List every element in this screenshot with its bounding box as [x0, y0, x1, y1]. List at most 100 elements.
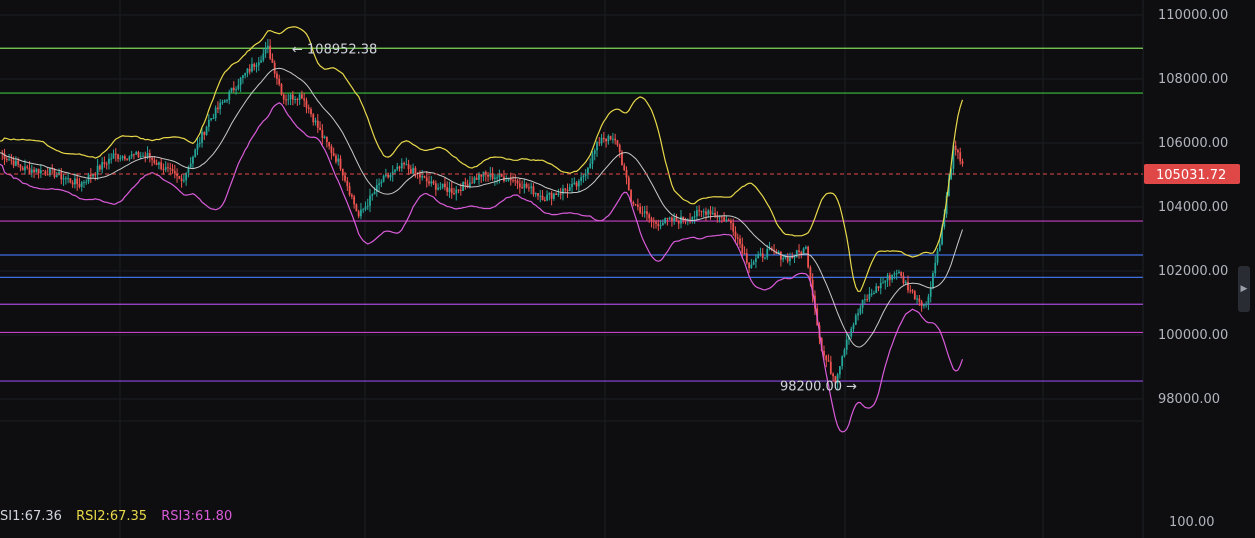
candle-body-132 [298, 94, 301, 100]
candle-body-311 [705, 211, 707, 215]
candle-body-198 [448, 188, 451, 192]
candle-body-67 [151, 157, 153, 160]
candle-body-59 [133, 154, 135, 156]
chart-canvas[interactable]: 110000.00 108000.00 106000.00 104000.00 1020… [0, 0, 1255, 538]
candle-body-73 [164, 167, 167, 170]
candle-body-68 [153, 159, 156, 163]
candle-body-131 [296, 98, 299, 100]
candle-body-65 [146, 152, 149, 157]
candle-body-187 [423, 176, 426, 178]
candle-body-308 [698, 210, 701, 212]
candle-body-351 [795, 250, 798, 258]
candle-body-334 [757, 254, 760, 259]
candle-body-146 [330, 146, 333, 153]
candle-body-171 [387, 174, 390, 178]
candle-body-387 [877, 286, 880, 289]
candle-body-123 [278, 78, 281, 85]
candle-body-250 [566, 189, 569, 192]
candle-body-257 [582, 175, 585, 178]
candle-body-40 [89, 174, 92, 177]
candle-body-286 [648, 214, 651, 219]
rsi-tick-label-0: 100.00 [1169, 515, 1215, 530]
candle-body-319 [723, 217, 726, 222]
candle-body-199 [450, 188, 453, 194]
candle-body-79 [178, 175, 181, 179]
candle-body-323 [732, 223, 735, 232]
candle-body-367 [832, 373, 834, 377]
candle-body-381 [863, 299, 866, 301]
candle-body-298 [675, 217, 678, 221]
candle-body-108 [244, 73, 247, 76]
candle-body-290 [657, 223, 660, 226]
candle-body-310 [702, 211, 705, 213]
candle-body-230 [521, 187, 523, 189]
candle-body-57 [128, 156, 131, 160]
candle-body-380 [861, 299, 864, 308]
current-price-label: 105031.72 [1156, 168, 1226, 183]
candle-body-69 [155, 162, 158, 165]
candle-body-386 [875, 286, 878, 294]
candle-body-175 [396, 166, 399, 170]
candle-body-129 [291, 94, 294, 100]
candle-body-354 [802, 248, 805, 255]
candle-body-279 [632, 201, 635, 205]
candle-body-272 [616, 140, 619, 145]
candle-body-168 [380, 181, 383, 184]
candle-body-201 [455, 189, 458, 194]
candle-body-394 [893, 273, 896, 275]
candle-body-236 [534, 193, 537, 195]
candle-body-159 [360, 209, 362, 217]
candle-body-407 [922, 304, 925, 307]
candle-body-53 [119, 158, 122, 160]
candle-body-118 [266, 45, 269, 49]
candle-body-349 [791, 257, 794, 259]
candle-body-421 [954, 145, 957, 151]
candle-body-392 [888, 275, 891, 280]
candle-body-91 [205, 126, 208, 135]
candle-body-226 [512, 180, 514, 182]
candle-body-167 [378, 183, 380, 186]
candle-body-142 [321, 129, 324, 138]
candle-body-317 [718, 216, 721, 218]
candle-body-112 [253, 63, 256, 67]
candle-body-378 [857, 313, 859, 316]
price-scale-collapse-handle[interactable]: ▶ [1238, 266, 1250, 312]
candle-body-188 [425, 177, 428, 182]
candle-body-292 [661, 222, 664, 226]
candle-body-305 [691, 217, 694, 221]
candle-body-405 [918, 298, 921, 302]
candle-body-252 [571, 183, 573, 187]
candle-body-385 [873, 293, 875, 295]
candle-body-331 [750, 264, 753, 269]
candle-body-265 [600, 137, 603, 144]
candle-body-111 [251, 63, 253, 72]
candle-body-203 [459, 189, 462, 191]
candle-body-256 [580, 177, 583, 181]
candle-body-47 [105, 163, 108, 165]
candle-body-345 [782, 257, 785, 260]
candle-body-137 [310, 109, 312, 115]
candle-body-29 [64, 178, 67, 180]
candle-body-164 [371, 194, 374, 196]
candle-body-258 [584, 173, 587, 176]
candle-body-372 [843, 349, 846, 357]
candle-body-106 [239, 77, 242, 86]
price-chart[interactable]: 110000.00 108000.00 106000.00 104000.00 1020… [0, 0, 1255, 538]
candle-body-58 [130, 154, 133, 157]
candle-body-76 [171, 168, 174, 172]
candle-body-234 [530, 186, 533, 188]
candle-body-336 [761, 253, 764, 258]
candle-body-396 [898, 271, 900, 274]
candle-body-401 [909, 290, 912, 292]
candle-body-158 [357, 211, 360, 217]
rsi2-value: RSI2:67.35 [76, 509, 148, 524]
candle-body-393 [891, 274, 894, 280]
candle-body-218 [493, 177, 496, 179]
candle-body-377 [854, 315, 857, 325]
candle-body-273 [618, 144, 621, 152]
candle-body-70 [158, 162, 160, 165]
candle-body-3 [5, 158, 8, 160]
candle-body-186 [421, 176, 424, 178]
candle-body-422 [957, 150, 959, 153]
candle-body-176 [398, 166, 401, 169]
